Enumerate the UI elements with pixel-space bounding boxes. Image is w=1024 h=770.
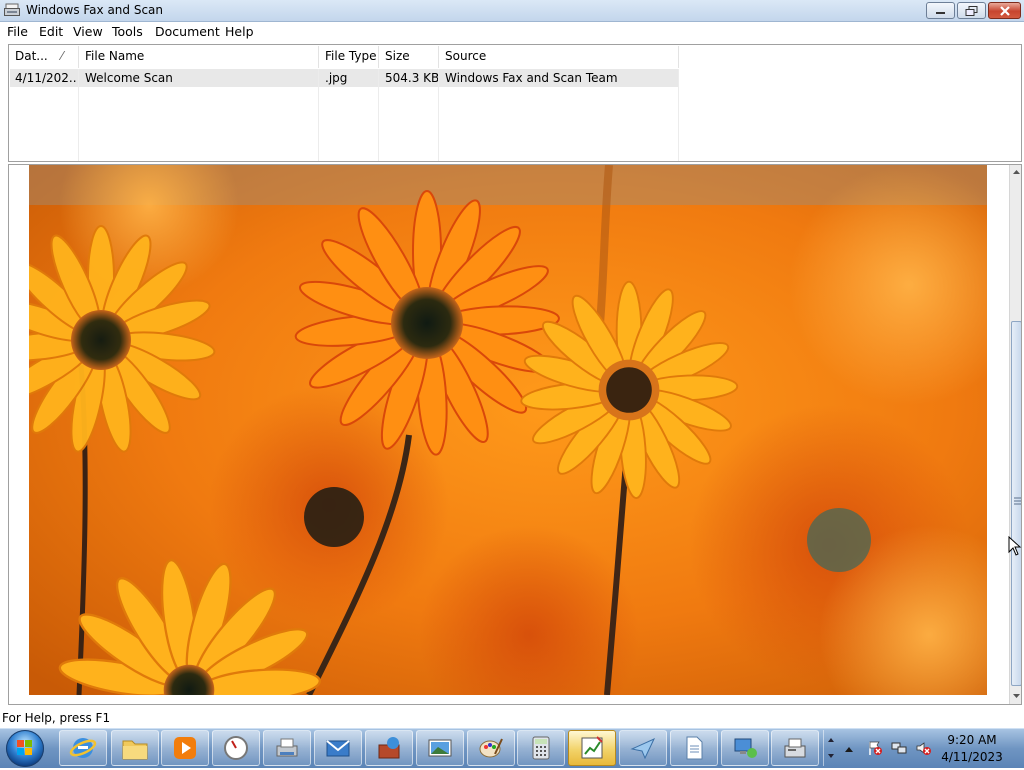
cell-source: Windows Fax and Scan Team xyxy=(445,71,618,85)
toolbox-icon xyxy=(378,737,400,759)
taskbar-item-chart[interactable] xyxy=(568,730,616,766)
taskbar-scroll[interactable] xyxy=(823,730,838,766)
restore-icon xyxy=(965,5,978,16)
minimize-icon xyxy=(935,11,945,14)
cell-file-type: .jpg xyxy=(325,71,348,85)
status-bar xyxy=(0,708,1024,728)
column-divider xyxy=(438,69,439,161)
taskbar-item-media-player[interactable] xyxy=(161,730,209,766)
scrollbar-thumb[interactable] xyxy=(1011,321,1021,686)
column-header-date[interactable]: Dat... ⁄ xyxy=(9,46,79,68)
mouse-cursor-icon xyxy=(1008,536,1022,556)
document-list: Dat... ⁄ File Name File Type Size Source… xyxy=(8,44,1022,162)
network-icon[interactable] xyxy=(891,740,907,756)
menu-tools[interactable]: Tools xyxy=(112,24,143,39)
file-explorer-icon xyxy=(122,740,148,760)
minimize-button[interactable] xyxy=(926,2,955,19)
clock-time[interactable]: 9:20 AM xyxy=(920,733,1024,747)
column-header-file-type[interactable]: File Type xyxy=(319,46,379,68)
chart-icon xyxy=(581,736,603,759)
printer-scanner-icon xyxy=(276,738,298,757)
window-title: Windows Fax and Scan xyxy=(26,3,164,17)
column-header-file-name[interactable]: File Name xyxy=(79,46,319,68)
status-text: For Help, press F1 xyxy=(2,711,111,725)
taskbar-item-paper-plane[interactable] xyxy=(619,730,667,766)
sort-indicator-icon: ⁄ xyxy=(61,49,64,63)
taskbar-scroll-arrows-icon xyxy=(828,738,834,758)
windows-logo-icon xyxy=(17,740,32,755)
taskbar-item-printer-scanner[interactable] xyxy=(263,730,311,766)
scanned-photo-orange-daisies xyxy=(29,165,987,695)
restore-button[interactable] xyxy=(957,2,986,19)
scroll-up-arrow-icon[interactable] xyxy=(1011,167,1022,177)
picture-icon xyxy=(428,739,452,757)
menu-help[interactable]: Help xyxy=(225,24,254,39)
internet-explorer-icon xyxy=(69,738,97,758)
column-header-size[interactable]: Size xyxy=(379,46,439,68)
menu-document[interactable]: Document xyxy=(155,24,220,39)
document-preview-pane xyxy=(8,164,1022,705)
cell-size: 504.3 KB xyxy=(385,71,439,85)
taskbar-item-toolbox[interactable] xyxy=(365,730,413,766)
document-icon xyxy=(686,736,703,760)
clock-date[interactable]: 4/11/2023 xyxy=(920,750,1024,764)
close-icon xyxy=(999,5,1010,16)
taskbar-item-picture[interactable] xyxy=(416,730,464,766)
start-button[interactable] xyxy=(6,730,44,767)
network-computer-icon xyxy=(734,738,757,758)
scroll-down-arrow-icon[interactable] xyxy=(1011,691,1022,701)
paint-icon xyxy=(479,738,503,758)
close-button[interactable] xyxy=(988,2,1021,19)
stopwatch-icon xyxy=(224,736,248,760)
taskbar-item-internet-explorer[interactable] xyxy=(59,730,107,766)
taskbar-item-fax[interactable] xyxy=(771,730,819,766)
calculator-icon xyxy=(532,736,550,760)
action-center-flag-icon[interactable] xyxy=(867,740,883,756)
fax-icon xyxy=(784,738,806,758)
taskbar-item-paint[interactable] xyxy=(467,730,515,766)
column-divider xyxy=(318,69,319,161)
taskbar-item-file-explorer[interactable] xyxy=(111,730,159,766)
taskbar-item-network-computer[interactable] xyxy=(721,730,769,766)
cell-file-name: Welcome Scan xyxy=(85,71,173,85)
preview-vertical-scrollbar[interactable] xyxy=(1009,165,1022,704)
mail-icon xyxy=(326,740,350,757)
cell-date: 4/11/202... xyxy=(15,71,77,85)
show-hidden-icons-icon[interactable] xyxy=(843,744,855,754)
column-divider xyxy=(678,69,679,161)
media-player-icon xyxy=(174,737,196,759)
column-header-source[interactable]: Source xyxy=(439,46,679,68)
menu-view[interactable]: View xyxy=(73,24,103,39)
paper-plane-icon xyxy=(630,737,656,760)
column-divider xyxy=(78,69,79,161)
menu-edit[interactable]: Edit xyxy=(39,24,63,39)
taskbar-item-calculator[interactable] xyxy=(517,730,565,766)
grip-icon xyxy=(1014,497,1021,505)
menu-file[interactable]: File xyxy=(7,24,28,39)
column-divider xyxy=(378,69,379,161)
taskbar-item-mail[interactable] xyxy=(314,730,362,766)
taskbar-item-stopwatch[interactable] xyxy=(212,730,260,766)
fax-scan-app-icon xyxy=(4,3,20,16)
taskbar-item-document[interactable] xyxy=(670,730,718,766)
column-label: Dat... xyxy=(15,49,48,63)
menu-bar xyxy=(0,22,1024,42)
